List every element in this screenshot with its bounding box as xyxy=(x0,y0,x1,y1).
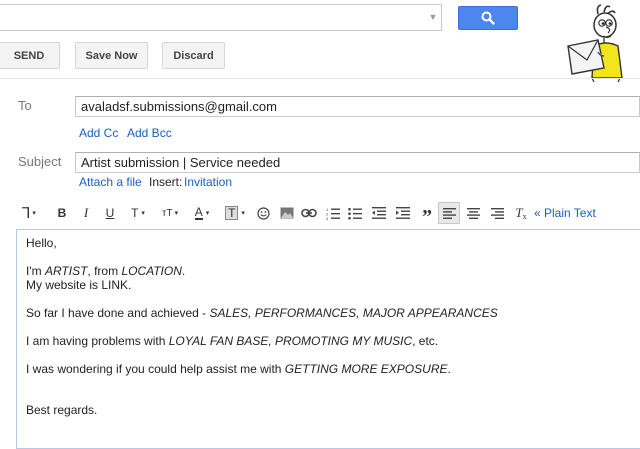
save-now-button[interactable]: Save Now xyxy=(75,42,148,69)
mascot-illustration xyxy=(567,4,623,82)
text-color-icon[interactable]: A ▾ xyxy=(189,202,215,224)
quote-icon[interactable]: ” xyxy=(418,202,436,228)
remove-formatting-icon[interactable]: Tx xyxy=(512,202,530,224)
add-cc-link[interactable]: Add Cc xyxy=(79,126,118,140)
body-line-website: My website is LINK. xyxy=(26,278,132,292)
highlight-color-icon[interactable]: T ▾ xyxy=(221,202,249,224)
header-divider xyxy=(0,78,640,79)
subject-field[interactable]: Artist submission | Service needed xyxy=(75,152,640,173)
formatting-toolbar: Ꞁ ▾ B I U T ▾ тT ▾ A ▾ T ▾ 123 ” Tx « Plain T… xyxy=(14,202,640,228)
image-icon[interactable] xyxy=(278,202,296,224)
to-field[interactable]: avaladsf.submissions@gmail.com xyxy=(75,96,640,117)
indent-less-icon[interactable] xyxy=(370,202,388,224)
align-right-icon[interactable] xyxy=(488,202,506,224)
body-line-problems: I am having problems with LOYAL FAN BASE… xyxy=(26,334,439,348)
insert-label: Insert: xyxy=(149,175,183,189)
attach-file-link[interactable]: Attach a file xyxy=(79,175,142,189)
align-center-icon[interactable] xyxy=(464,202,482,224)
body-closing: Best regards. xyxy=(26,403,98,417)
plain-text-link[interactable]: « Plain Text xyxy=(534,202,624,224)
link-icon[interactable] xyxy=(300,202,318,224)
emoticon-icon[interactable] xyxy=(254,202,272,224)
body-line-request: I was wondering if you could help assist… xyxy=(26,362,451,376)
font-icon[interactable]: Ꞁ ▾ xyxy=(18,202,40,224)
text-size-icon[interactable]: T ▾ xyxy=(126,202,150,224)
search-input[interactable] xyxy=(0,4,442,31)
send-button[interactable]: SEND xyxy=(0,42,60,69)
subject-label: Subject xyxy=(18,154,62,169)
italic-icon[interactable]: I xyxy=(78,202,94,224)
numbered-list-icon[interactable]: 123 xyxy=(324,202,342,224)
body-line-achievements: So far I have done and achieved - SALES,… xyxy=(26,306,498,320)
font-size-icon[interactable]: тT ▾ xyxy=(158,202,182,224)
body-greeting: Hello, xyxy=(26,236,57,250)
search-options-chevron-icon[interactable]: ▼ xyxy=(426,11,440,23)
indent-more-icon[interactable] xyxy=(394,202,412,224)
search-icon xyxy=(481,11,495,25)
add-bcc-link[interactable]: Add Bcc xyxy=(127,126,172,140)
to-label: To xyxy=(18,98,32,113)
align-left-icon[interactable] xyxy=(438,202,460,224)
bold-icon[interactable]: B xyxy=(54,202,70,224)
bulleted-list-icon[interactable] xyxy=(346,202,364,224)
svg-text:3: 3 xyxy=(326,216,329,220)
search-button[interactable] xyxy=(458,6,518,30)
invitation-link[interactable]: Invitation xyxy=(184,175,232,189)
body-line-intro: I'm ARTIST, from LOCATION. xyxy=(26,264,186,278)
discard-button[interactable]: Discard xyxy=(162,42,225,69)
underline-icon[interactable]: U xyxy=(102,202,118,224)
